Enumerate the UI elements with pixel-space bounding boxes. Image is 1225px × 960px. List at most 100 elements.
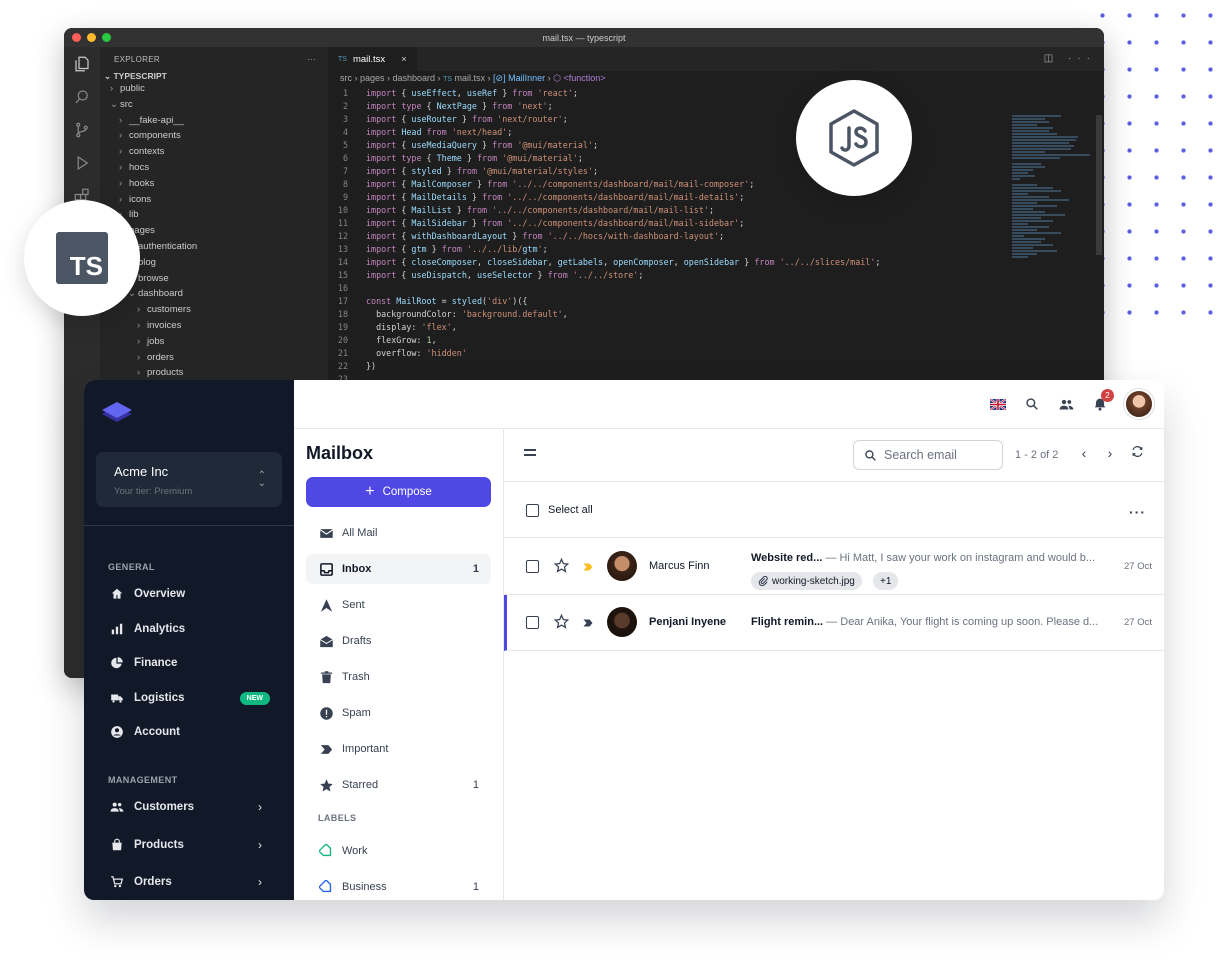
mail-row[interactable]: Penjani Inyene Flight remin... — Dear Ani… — [504, 595, 1164, 651]
tree-item[interactable]: › contexts — [100, 144, 328, 160]
sidebar-item-logistics[interactable]: Logistics NEW — [110, 687, 270, 709]
mail-checkbox[interactable] — [526, 616, 539, 629]
mail-preview: — Dear Anika, Your flight is coming up s… — [826, 616, 1099, 628]
label-business[interactable]: Business 1 — [306, 872, 491, 900]
line-number: 19 — [337, 322, 348, 332]
more-options-icon[interactable]: ··· — [1129, 504, 1146, 520]
tree-item[interactable]: › hocs — [100, 160, 328, 176]
run-debug-icon[interactable] — [73, 154, 91, 172]
mail-nav-all-mail[interactable]: All Mail — [306, 518, 491, 548]
mail-nav-important[interactable]: Important — [306, 734, 491, 764]
mail-subject-line: Website red... — Hi Matt, I saw your wor… — [751, 552, 1095, 564]
files-icon[interactable] — [73, 55, 91, 73]
star-icon[interactable] — [553, 613, 570, 634]
line-number: 16 — [337, 283, 348, 293]
sidebar-item-customers[interactable]: Customers › — [110, 796, 270, 818]
code-line: 17 const MailRoot = styled('div')({ — [328, 295, 880, 308]
source-control-icon[interactable] — [73, 121, 91, 139]
code-line: 15 import { useDispatch, useSelector } fr… — [328, 269, 880, 282]
tab-mail-tsx[interactable]: TS mail.tsx × — [328, 47, 417, 71]
important-icon[interactable] — [582, 616, 594, 634]
tree-item[interactable]: › components — [100, 128, 328, 144]
sidebar-item-overview[interactable]: Overview — [110, 583, 270, 605]
code-text: display: 'flex', — [366, 322, 457, 332]
tree-item[interactable]: › icons — [100, 192, 328, 208]
code-text: import { MailDetails } from '../../compo… — [366, 192, 745, 202]
more-attachments-chip[interactable]: +1 — [873, 572, 899, 590]
search-icon[interactable] — [1022, 394, 1042, 414]
label-name: Work — [342, 845, 368, 857]
minimap[interactable] — [1012, 115, 1094, 315]
mail-nav-drafts[interactable]: Drafts — [306, 626, 491, 656]
editor-scrollbar[interactable] — [1096, 115, 1102, 255]
mail-row[interactable]: Marcus Finn Website red... — Hi Matt, I s… — [504, 538, 1164, 595]
tree-item[interactable]: ⌄ src — [100, 97, 328, 113]
select-all-checkbox[interactable] — [526, 504, 539, 517]
close-window-button[interactable] — [72, 33, 81, 42]
maximize-window-button[interactable] — [102, 33, 111, 42]
tree-item[interactable]: › jobs — [100, 334, 328, 350]
sender-avatar — [607, 607, 637, 637]
tree-item-label: hooks — [129, 177, 155, 189]
chevron-right-icon: › — [137, 319, 141, 331]
search-email-input[interactable]: Search email — [853, 440, 1003, 470]
section-title-general: GENERAL — [108, 562, 155, 572]
language-flag-icon[interactable] — [988, 394, 1008, 414]
refresh-icon[interactable] — [1128, 444, 1146, 462]
search-icon[interactable] — [73, 88, 91, 106]
code-line: 16 — [328, 282, 880, 295]
organization-selector[interactable]: Acme Inc Your tier: Premium ⌃ ⌄ — [96, 452, 282, 507]
mail-nav-starred[interactable]: Starred 1 — [306, 770, 491, 800]
line-number: 13 — [337, 244, 348, 254]
notifications-button[interactable]: 2 — [1090, 389, 1114, 414]
tree-item[interactable]: › public — [100, 81, 328, 97]
breadcrumb-path[interactable]: src › pages › dashboard › — [340, 73, 443, 83]
compose-button[interactable]: + Compose — [306, 477, 491, 507]
user-circle-icon — [110, 725, 124, 739]
sidebar-item-analytics[interactable]: Analytics — [110, 618, 270, 640]
tree-item[interactable]: ›lib — [100, 207, 328, 223]
tree-item[interactable]: › customers — [100, 302, 328, 318]
chevron-left-icon[interactable]: ‹ — [1075, 444, 1093, 462]
mail-checkbox[interactable] — [526, 560, 539, 573]
contacts-icon[interactable] — [1056, 394, 1076, 414]
user-avatar[interactable] — [1124, 389, 1154, 419]
close-tab-icon[interactable]: × — [401, 54, 407, 65]
attachment-chip[interactable]: working-sketch.jpg — [751, 572, 862, 590]
tree-item[interactable]: › orders — [100, 350, 328, 366]
chevron-right-icon[interactable]: › — [1101, 444, 1119, 462]
menu-icon[interactable] — [524, 449, 536, 456]
tree-item[interactable]: › invoices — [100, 318, 328, 334]
logo-icon[interactable] — [100, 400, 134, 428]
breadcrumb-file[interactable]: mail.tsx › — [452, 73, 493, 83]
sidebar-item-account[interactable]: Account — [110, 721, 270, 743]
breadcrumb-function[interactable]: ⬡ <function> — [553, 73, 605, 83]
minimize-window-button[interactable] — [87, 33, 96, 42]
tree-item[interactable]: › products — [100, 365, 328, 381]
tree-item[interactable]: › hooks — [100, 176, 328, 192]
workspace-root-label: TYPESCRIPT — [113, 71, 167, 81]
sidebar-item-products[interactable]: Products › — [110, 834, 270, 856]
explorer-more-button[interactable]: ··· — [307, 55, 316, 64]
mail-nav-inbox[interactable]: Inbox 1 — [306, 554, 491, 584]
tree-item-label: icons — [129, 193, 152, 205]
mail-nav-count: 1 — [472, 779, 479, 791]
tree-item[interactable]: › __fake-api__ — [100, 113, 328, 129]
editor-window-title: mail.tsx — typescript — [542, 32, 626, 43]
tree-item-label: customers — [147, 304, 191, 316]
line-number: 5 — [342, 140, 348, 150]
important-icon[interactable] — [582, 560, 594, 578]
tree-item[interactable]: ⌄ dashboard — [100, 286, 328, 302]
mail-nav-spam[interactable]: Spam — [306, 698, 491, 728]
sidebar-item-orders[interactable]: Orders › — [110, 871, 270, 893]
mail-nav-sent[interactable]: Sent — [306, 590, 491, 620]
label-work[interactable]: Work — [306, 836, 491, 866]
sender-name: Marcus Finn — [649, 560, 710, 572]
editor-actions[interactable]: ◫ ··· — [1044, 53, 1096, 64]
line-number: 7 — [342, 166, 348, 176]
mail-nav-trash[interactable]: Trash — [306, 662, 491, 692]
star-icon[interactable] — [553, 557, 570, 578]
sidebar-item-finance[interactable]: Finance — [110, 652, 270, 674]
workspace-root[interactable]: ⌄ TYPESCRIPT — [100, 71, 328, 81]
breadcrumb-symbol[interactable]: [⊘] MailInner — [493, 73, 545, 83]
